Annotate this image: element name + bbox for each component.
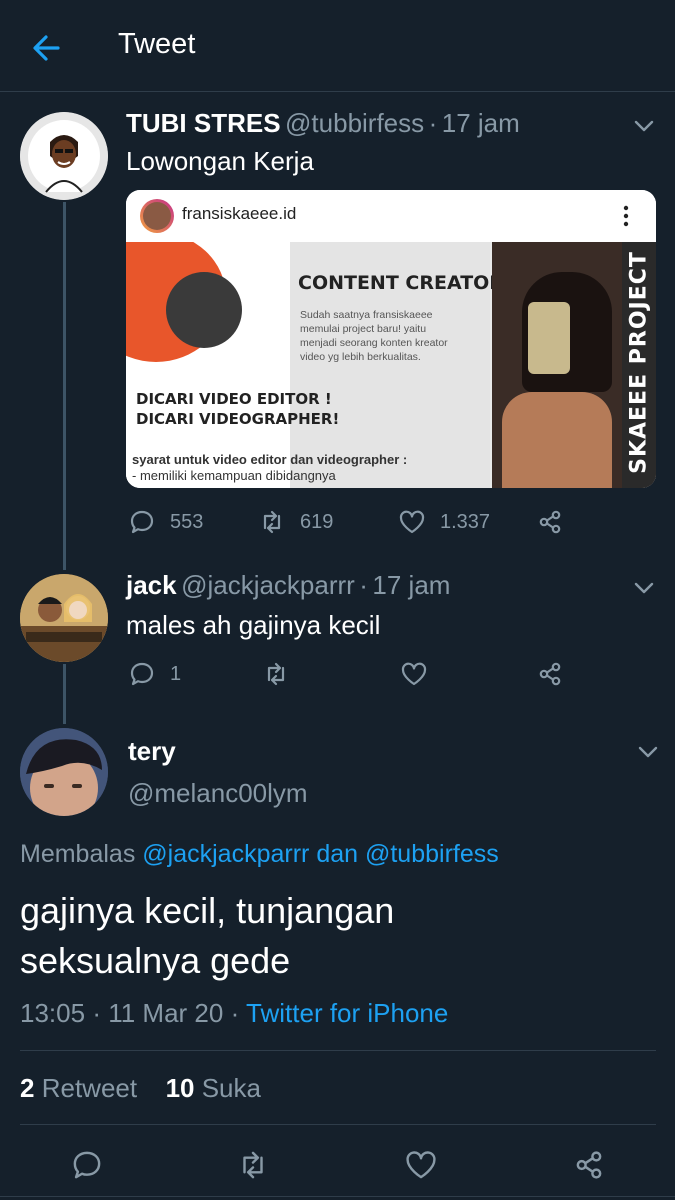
card-desc-1: Sudah saatnya fransiskaeee <box>300 309 433 321</box>
reply-button[interactable]: 553 <box>128 508 203 536</box>
card-requirements-2: - memiliki kemampuan dibidangnya <box>132 468 336 483</box>
tweet-date[interactable]: 11 Mar 20 <box>108 998 223 1028</box>
timestamp[interactable]: 17 jam <box>372 570 450 600</box>
reply-and: dan <box>316 840 359 868</box>
reply-icon <box>130 662 154 686</box>
handle[interactable]: @tubbirfess <box>285 108 424 138</box>
handle[interactable]: @melanc00lym <box>128 778 308 809</box>
card-cta-2: DICARI VIDEOGRAPHER! <box>136 410 340 428</box>
retweet-icon <box>267 662 285 686</box>
top-bar: Tweet <box>0 0 675 92</box>
card-cta-1: DICARI VIDEO EDITOR ! <box>136 390 332 408</box>
reply-count: 553 <box>170 510 204 533</box>
embedded-image-card[interactable]: fransiskaeee.id CONTENT CREATOR Sudah sa… <box>126 190 656 488</box>
page-title: Tweet <box>118 28 196 60</box>
display-name[interactable]: jack <box>126 570 177 600</box>
display-name[interactable]: tery <box>128 736 176 767</box>
card-desc-4: video yg lebih berkualitas. <box>300 351 421 363</box>
thread-line <box>63 664 66 724</box>
card-desc-2: memulai project baru! yaitu <box>300 323 427 335</box>
share-icon[interactable] <box>572 1148 606 1182</box>
like-button[interactable] <box>400 660 428 688</box>
tweet-header: jack @jackjackparrr · 17 jam <box>126 570 450 601</box>
like-button[interactable]: 1.337 <box>398 508 490 536</box>
display-name[interactable]: TUBI STRES <box>126 108 281 138</box>
tweet-text-line: seksualnya gede <box>20 940 291 981</box>
retweet-count: 619 <box>300 510 334 533</box>
side-banner: SKAEEE PROJECT <box>622 242 656 488</box>
reply-icon <box>130 510 154 534</box>
divider <box>0 1196 675 1197</box>
card-header: fransiskaeee.id <box>126 190 656 242</box>
reply-context: Membalas @jackjackparrr dan @tubbirfess <box>20 840 499 869</box>
mention-link[interactable]: @jackjackparrr <box>142 840 309 868</box>
dot-separator: · <box>359 570 368 600</box>
more-vertical-icon <box>620 204 632 228</box>
avatar[interactable] <box>20 574 108 662</box>
reply-button[interactable]: 1 <box>128 660 181 688</box>
card-avatar <box>140 199 174 233</box>
like-count: 1.337 <box>440 510 491 533</box>
divider <box>20 1050 656 1051</box>
like-icon <box>399 510 425 534</box>
thread-line <box>63 202 66 570</box>
retweet-icon <box>263 510 281 534</box>
tweet-header: TUBI STRES @tubbirfess · 17 jam <box>126 108 520 139</box>
reply-count: 1 <box>170 662 182 685</box>
retweet-button[interactable] <box>262 660 290 688</box>
tweet-stats: 2 Retweet 10 Suka <box>20 1073 261 1104</box>
retweet-icon[interactable] <box>236 1148 270 1182</box>
reply-icon[interactable] <box>70 1148 104 1182</box>
card-desc-3: menjadi seorang konten kreator <box>300 337 448 349</box>
like-icon[interactable] <box>404 1148 438 1182</box>
dot-separator: · <box>428 108 438 138</box>
mention-link[interactable]: @tubbirfess <box>365 840 499 868</box>
tweet-text: Lowongan Kerja <box>126 146 314 176</box>
share-icon <box>539 662 561 686</box>
card-image: CONTENT CREATOR Sudah saatnya fransiskae… <box>126 242 656 488</box>
card-title: CONTENT CREATOR <box>298 272 504 294</box>
tweet-text-line: gajinya kecil, tunjangan <box>20 890 395 931</box>
card-username: fransiskaeee.id <box>182 204 297 223</box>
share-button[interactable] <box>536 508 564 536</box>
chevron-down-icon[interactable] <box>634 738 662 766</box>
tweet-source[interactable]: Twitter for iPhone <box>246 998 448 1028</box>
back-arrow-icon[interactable] <box>28 30 64 66</box>
main-tweet-text: gajinya kecil, tunjangan seksualnya gede <box>20 886 394 986</box>
share-icon <box>539 510 561 534</box>
card-requirements: syarat untuk video editor dan videograph… <box>132 452 408 467</box>
retweet-button[interactable]: 619 <box>258 508 333 536</box>
avatar[interactable] <box>20 728 108 816</box>
chevron-down-icon[interactable] <box>630 112 658 140</box>
like-stat[interactable]: 10 Suka <box>166 1073 261 1103</box>
divider <box>20 1124 656 1125</box>
share-button[interactable] <box>536 660 564 688</box>
tweet-meta: 13:05 · 11 Mar 20 · Twitter for iPhone <box>20 998 449 1028</box>
tweet-text: males ah gajinya kecil <box>126 610 381 640</box>
reply-prefix: Membalas <box>20 840 136 868</box>
tweet-time[interactable]: 13:05 <box>20 998 85 1028</box>
retweet-stat[interactable]: 2 Retweet <box>20 1073 137 1103</box>
timestamp[interactable]: 17 jam <box>442 108 520 138</box>
avatar[interactable] <box>20 112 108 200</box>
handle[interactable]: @jackjackparrr <box>181 570 355 600</box>
chevron-down-icon[interactable] <box>630 574 658 602</box>
like-icon <box>401 662 427 686</box>
